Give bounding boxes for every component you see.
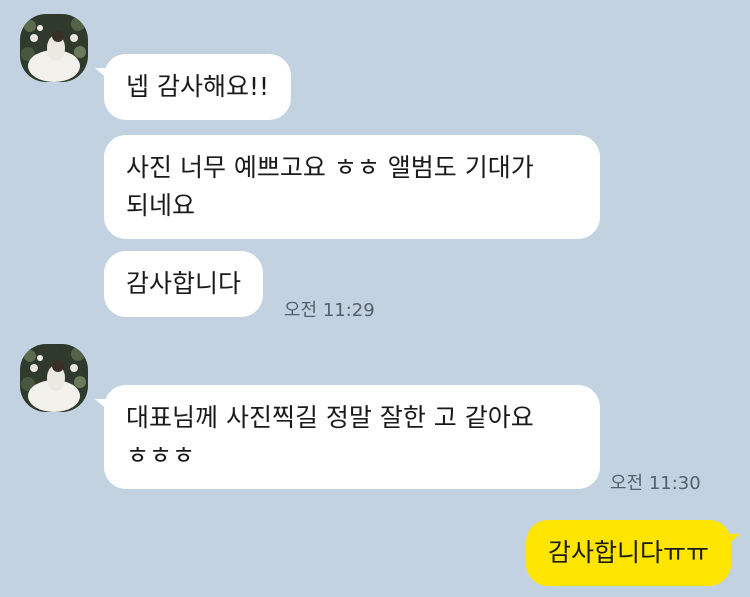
sender-avatar[interactable] bbox=[20, 344, 88, 412]
incoming-message-bubble[interactable]: 사진 너무 예쁘고요 ㅎㅎ 앨범도 기대가 되네요 bbox=[104, 135, 600, 239]
profile-photo-icon bbox=[20, 14, 88, 82]
incoming-message-bubble[interactable]: 대표님께 사진찍길 정말 잘한 고 같아요 ㅎㅎㅎ bbox=[95, 385, 600, 489]
incoming-message-bubble[interactable]: 넵 감사해요!! bbox=[95, 54, 291, 120]
message-timestamp: 오전 11:29 bbox=[284, 300, 375, 321]
profile-photo-icon bbox=[20, 344, 88, 412]
message-timestamp: 오전 11:30 bbox=[610, 473, 701, 494]
incoming-message-bubble[interactable]: 감사합니다 bbox=[104, 251, 264, 317]
outgoing-message-bubble[interactable]: 감사합니다ㅠㅠ bbox=[525, 520, 741, 586]
sender-avatar[interactable] bbox=[20, 14, 88, 82]
